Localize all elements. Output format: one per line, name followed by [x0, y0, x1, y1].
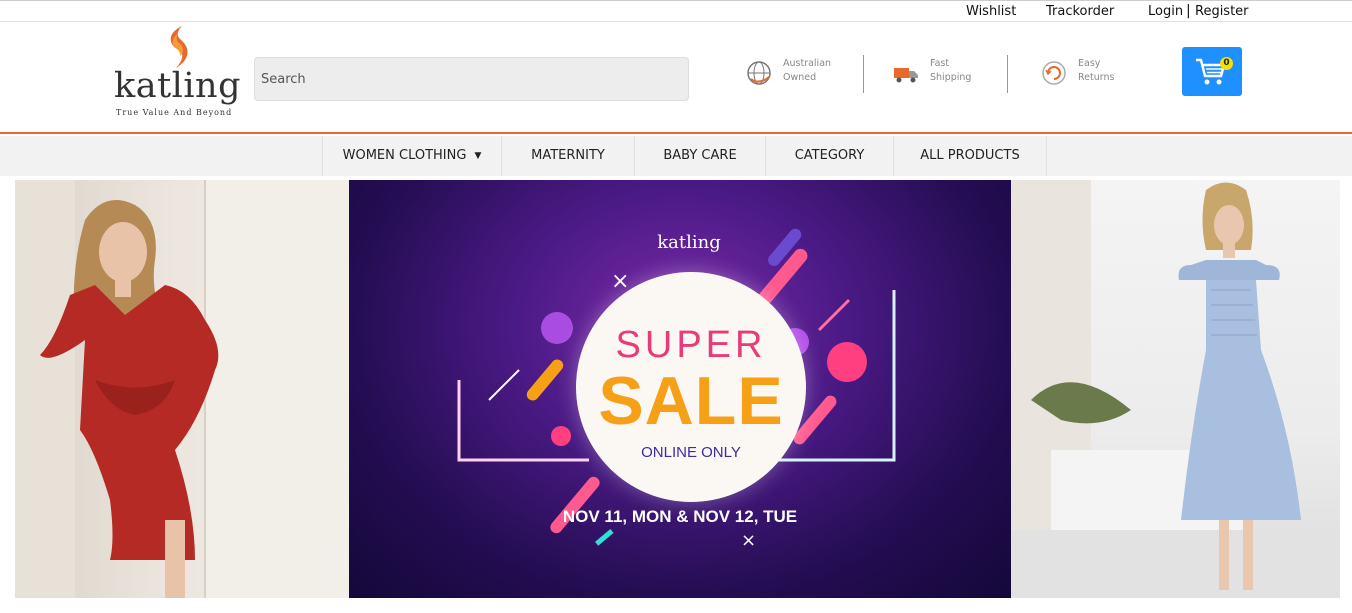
main-navigation: WOMEN CLOTHING ▼ MATERNITY BABY CARE CATE…	[0, 136, 1352, 176]
feature-line1: Australian	[783, 58, 832, 69]
nav-item-women-clothing[interactable]: WOMEN CLOTHING ▼	[322, 136, 502, 176]
model-blue-dress-illustration	[1011, 180, 1340, 598]
sale-online-only: ONLINE ONLY	[641, 444, 741, 461]
nav-item-label: WOMEN CLOTHING	[342, 148, 467, 163]
feature-text: Australian Owned	[783, 57, 831, 85]
nav-item-all-products[interactable]: ALL PRODUCTS	[894, 136, 1047, 176]
feature-line1: Fast	[930, 58, 950, 69]
model-red-dress-illustration	[15, 180, 349, 598]
sale-dates: NOV 11, MON & NOV 12, TUE	[562, 507, 798, 526]
flame-logo-icon	[170, 26, 188, 68]
search-input[interactable]	[254, 57, 689, 101]
feature-line2: Owned	[783, 72, 817, 83]
brand-tagline: True Value And Beyond	[116, 108, 233, 117]
cart-count-badge: 0	[1220, 57, 1233, 70]
hero-banner[interactable]: × × katling SUPER SALE ONLINE ONLY NOV 1…	[15, 180, 1340, 598]
nav-item-label: BABY CARE	[663, 148, 737, 163]
feature-line2: Returns	[1078, 72, 1115, 83]
nav-item-category[interactable]: CATEGORY	[766, 136, 894, 176]
login-register-separator: |	[1186, 3, 1191, 19]
feature-text: Fast Shipping	[930, 57, 971, 85]
super-sale-banner: × × katling SUPER SALE ONLINE ONLY NOV 1…	[349, 180, 1011, 598]
site-header: katling True Value And Beyond Australian…	[0, 22, 1352, 134]
nav-item-maternity[interactable]: MATERNITY	[502, 136, 635, 176]
banner-brand-logo: katling	[657, 232, 721, 253]
feature-line1: Easy	[1078, 58, 1101, 69]
trackorder-link[interactable]: Trackorder	[1046, 4, 1114, 19]
brand-logo[interactable]: katling True Value And Beyond	[112, 22, 240, 122]
returns-icon	[1042, 61, 1066, 85]
divider	[1007, 55, 1008, 93]
banner-model-image-right	[1011, 180, 1340, 598]
nav-item-baby-care[interactable]: BABY CARE	[635, 136, 766, 176]
sale-headline: SALE	[598, 363, 784, 439]
register-link[interactable]: Register	[1195, 4, 1249, 19]
feature-text: Easy Returns	[1078, 57, 1114, 85]
nav-item-label: ALL PRODUCTS	[920, 148, 1020, 163]
truck-icon	[894, 68, 918, 83]
nav-item-label: MATERNITY	[531, 148, 605, 163]
wishlist-link[interactable]: Wishlist	[966, 4, 1016, 19]
sale-super-text: SUPER	[615, 324, 767, 366]
globe-icon	[747, 61, 771, 85]
brand-wordmark: katling	[114, 66, 241, 106]
top-utility-bar: Wishlist Trackorder Login | Register	[0, 0, 1352, 22]
sale-circle: SUPER SALE ONLINE ONLY	[576, 272, 806, 502]
feature-line2: Shipping	[930, 72, 972, 83]
cart-button[interactable]: 0	[1182, 47, 1242, 96]
caret-down-icon: ▼	[474, 151, 482, 161]
nav-item-label: CATEGORY	[794, 148, 865, 163]
login-link[interactable]: Login	[1148, 4, 1183, 19]
banner-model-image-left	[15, 180, 349, 598]
svg-text:×: ×	[741, 530, 756, 551]
divider	[863, 55, 864, 93]
